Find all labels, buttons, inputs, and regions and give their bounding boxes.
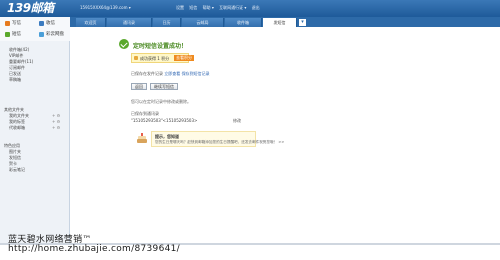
logout-link[interactable]: 退出 [252, 5, 260, 10]
birthday-cake-icon [137, 133, 147, 143]
watermark-url: http://home.zhubajie.com/8739641/ [8, 244, 180, 254]
tab-send-sms[interactable]: 发短信 [263, 18, 297, 27]
tab-welcome[interactable]: 欢迎页 [76, 18, 106, 27]
apps-list: 图片夹 发短信 贺卡 彩云笔记 [9, 149, 25, 173]
receive-button[interactable]: 收信 [36, 19, 68, 28]
tab-contacts[interactable]: 通讯录 [107, 18, 152, 27]
modify-link[interactable]: 修改 [233, 118, 241, 124]
tab-inbox[interactable]: 收件箱 [225, 18, 262, 27]
view-points-button[interactable]: 去看积分 [174, 55, 194, 61]
folder-list: 收件箱(42) VIP邮件 重要邮件(11) 订阅邮件 已发送 草稿箱 [9, 47, 33, 83]
envelope-icon [39, 21, 44, 26]
saved-contacts-label: 已保存到通讯录 [131, 111, 159, 116]
top-nav: 设置 短信 帮助 ▾ 互联网通行证 ▾ 退出 [176, 5, 264, 11]
add-tag-icon[interactable]: + ⚙ [52, 119, 60, 124]
cloud-drive-button[interactable]: 彩云网盘 [36, 30, 70, 39]
other-folders-list: 我的文件夹 我的标签 代收邮箱 [9, 113, 29, 131]
edit-hint: 您可以在定时记录中修改或删除。 [131, 99, 191, 104]
sms-button[interactable]: 短信 [2, 30, 34, 39]
main-content: 定时短信设置成功！ 成功获得 1 积分 去看积分 已保存在发件记录 立即查看 保… [71, 27, 500, 245]
pen-icon [5, 21, 10, 26]
help-link[interactable]: 帮助 ▾ [203, 5, 214, 10]
sidebar: 写信 收信 短信 彩云网盘 收件箱(42) VIP邮件 重要邮件(11) 订阅邮… [0, 17, 70, 245]
back-button[interactable]: 返回 [131, 83, 147, 90]
sms-icon [5, 32, 10, 37]
saved-info: 已保存在发件记录 立即查看 保存到短信记录 [131, 71, 210, 76]
tab-menu-icon[interactable]: ▾ [299, 19, 306, 26]
page-title: 定时短信设置成功！ [133, 43, 188, 50]
recipient-list: "15105293503"<15105293503> [131, 118, 198, 123]
view-now-link[interactable]: 立即查看 [164, 71, 180, 76]
top-bar: 139邮箱 15915XXX64@139.com ▾ 设置 短信 帮助 ▾ 互联… [0, 0, 500, 17]
sidebar-item-notes[interactable]: 彩云笔记 [9, 167, 25, 173]
passport-link[interactable]: 互联网通行证 ▾ [219, 5, 246, 10]
birthday-tip[interactable]: 提示，您知道 您的生日是哪天吗？赶快到邮箱添加您的生日提醒吧，还发去邮件祝贺您哦… [151, 131, 284, 147]
sidebar-item-drafts[interactable]: 草稿箱 [9, 77, 33, 83]
coin-icon [134, 56, 138, 60]
tab-bar: 欢迎页 通讯录 日历 云邮局 收件箱 发短信 ▾ [0, 17, 500, 27]
sidebar-actions: 写信 收信 短信 彩云网盘 [0, 17, 70, 41]
cloud-icon [39, 32, 44, 37]
success-check-icon [119, 39, 129, 49]
write-button[interactable]: 写信 [2, 19, 34, 28]
add-proxy-icon[interactable]: + ⚙ [52, 125, 60, 130]
logo[interactable]: 139邮箱 [7, 2, 54, 15]
add-folder-icon[interactable]: + ⚙ [52, 113, 60, 118]
sidebar-item-proxy-mailbox[interactable]: 代收邮箱 [9, 125, 29, 131]
save-record-link[interactable]: 保存到短信记录 [182, 71, 210, 76]
tab-calendar[interactable]: 日历 [153, 18, 181, 27]
tab-cloud-post[interactable]: 云邮局 [182, 18, 224, 27]
account-menu[interactable]: 15915XXX64@139.com ▾ [80, 5, 131, 10]
continue-sms-button[interactable]: 继续写短信 [150, 83, 178, 90]
sms-link[interactable]: 短信 [189, 5, 197, 10]
settings-link[interactable]: 设置 [176, 5, 184, 10]
